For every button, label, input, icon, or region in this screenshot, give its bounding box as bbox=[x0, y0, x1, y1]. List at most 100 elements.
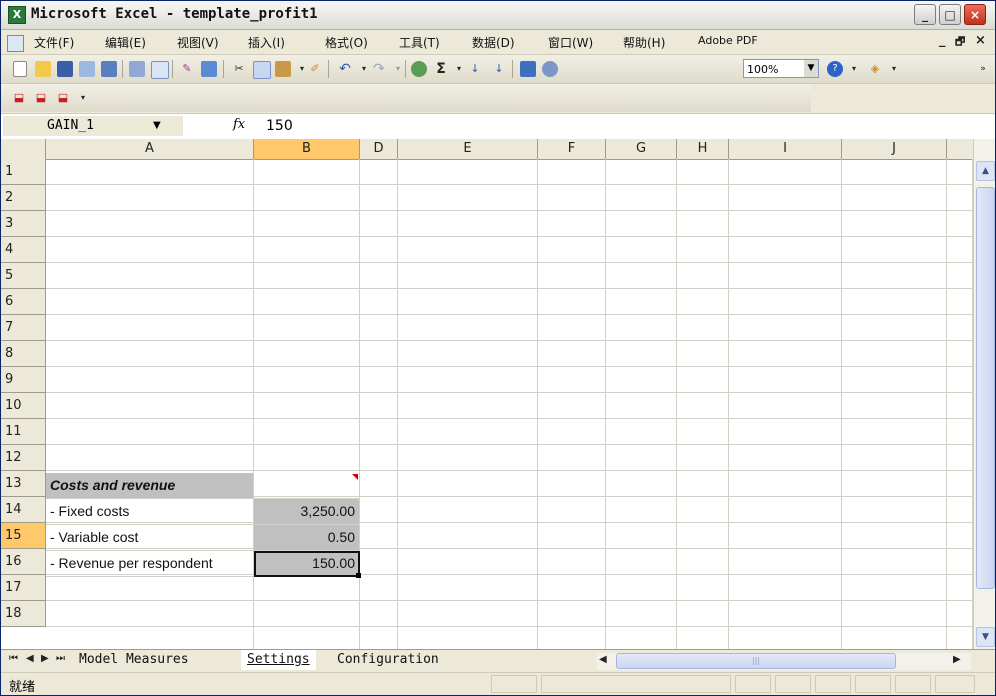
cell-a14[interactable]: - Variable cost bbox=[46, 525, 254, 551]
column-header-h[interactable]: H bbox=[677, 139, 729, 159]
menu-format[interactable]: 格式(O) bbox=[325, 34, 368, 51]
cell-a12[interactable]: Costs and revenue bbox=[46, 473, 254, 499]
minimize-button[interactable]: _ bbox=[914, 4, 936, 25]
scroll-left-icon[interactable]: ◀ bbox=[599, 654, 607, 665]
open-icon[interactable] bbox=[35, 61, 51, 77]
column-header-e[interactable]: E bbox=[398, 139, 538, 159]
pdf-toolbar-options-icon[interactable]: ▾ bbox=[75, 90, 91, 106]
menu-insert[interactable]: 插入(I) bbox=[248, 34, 285, 51]
menu-file[interactable]: 文件(F) bbox=[34, 34, 74, 51]
research-icon[interactable]: ✎ bbox=[179, 61, 195, 77]
scroll-right-icon[interactable]: ▶ bbox=[953, 654, 961, 665]
menu-data[interactable]: 数据(D) bbox=[472, 34, 515, 51]
doc-restore-button[interactable]: 🗗 bbox=[955, 33, 965, 52]
first-sheet-icon[interactable]: ⏮ bbox=[9, 653, 18, 664]
help-icon[interactable]: ? bbox=[827, 61, 843, 77]
redo-dropdown-icon[interactable]: ▾ bbox=[390, 61, 406, 77]
cell-b14[interactable]: 0.50 bbox=[254, 525, 360, 551]
column-header-d[interactable]: D bbox=[360, 139, 398, 159]
row-header-2[interactable]: 2 bbox=[1, 185, 46, 211]
row-header-16[interactable]: 16 bbox=[1, 549, 46, 575]
row-header-4[interactable]: 4 bbox=[1, 237, 46, 263]
research-book-icon[interactable] bbox=[201, 61, 217, 77]
autosum-icon[interactable]: Σ bbox=[433, 61, 449, 77]
next-sheet-icon[interactable]: ▶ bbox=[41, 653, 49, 664]
workbook-icon[interactable] bbox=[7, 35, 24, 52]
save-icon[interactable] bbox=[57, 61, 73, 77]
cell-a15[interactable]: - Revenue per respondent bbox=[46, 551, 254, 577]
row-header-8[interactable]: 8 bbox=[1, 341, 46, 367]
menu-tools[interactable]: 工具(T) bbox=[399, 34, 440, 51]
row-header-5[interactable]: 5 bbox=[1, 263, 46, 289]
menu-view[interactable]: 视图(V) bbox=[177, 34, 219, 51]
row-header-10[interactable]: 10 bbox=[1, 393, 46, 419]
zoom-dropdown-icon[interactable]: ▼ bbox=[804, 60, 818, 77]
column-header-b[interactable]: B bbox=[254, 139, 360, 159]
zoom-select[interactable]: 100% ▼ bbox=[743, 59, 819, 78]
autosum-dropdown-icon[interactable]: ▾ bbox=[451, 61, 467, 77]
cell-b12[interactable] bbox=[254, 473, 360, 499]
cell-b15[interactable]: 150.00 bbox=[254, 551, 360, 577]
print-preview-icon[interactable] bbox=[129, 61, 145, 77]
menu-edit[interactable]: 编辑(E) bbox=[105, 34, 146, 51]
scroll-down-icon[interactable]: ▼ bbox=[976, 627, 995, 647]
column-header-f[interactable]: F bbox=[538, 139, 606, 159]
prev-sheet-icon[interactable]: ◀ bbox=[26, 653, 34, 664]
vertical-scroll-thumb[interactable] bbox=[976, 187, 995, 589]
last-sheet-icon[interactable]: ⏭ bbox=[56, 653, 65, 664]
toolbar-more-icon[interactable]: » bbox=[975, 61, 991, 77]
doc-minimize-button[interactable]: _ bbox=[939, 33, 946, 48]
sort-descending-icon[interactable]: ↓ bbox=[491, 61, 507, 77]
menu-help[interactable]: 帮助(H) bbox=[623, 34, 665, 51]
convert-to-pdf-icon[interactable]: ⬓ bbox=[11, 90, 27, 106]
name-box-dropdown-icon[interactable]: ▼ bbox=[153, 116, 161, 136]
cut-icon[interactable]: ✂ bbox=[231, 61, 247, 77]
convert-and-review-icon[interactable]: ⬓ bbox=[55, 90, 71, 106]
fill-color-icon[interactable]: ◈ bbox=[867, 61, 883, 77]
vertical-scrollbar[interactable]: ▲ ▼ bbox=[973, 139, 995, 649]
select-all-corner[interactable] bbox=[1, 139, 46, 159]
column-header-i[interactable]: I bbox=[729, 139, 842, 159]
format-painter-icon[interactable]: ✐ bbox=[307, 61, 323, 77]
menu-adobe-pdf[interactable]: Adobe PDF bbox=[698, 34, 758, 47]
cell-b13[interactable]: 3,250.00 bbox=[254, 499, 360, 525]
horizontal-scroll-thumb[interactable]: ||| bbox=[616, 653, 896, 669]
tab-settings[interactable]: Settings bbox=[241, 650, 316, 670]
worksheet-grid[interactable]: A B D E F G H I J 1 2 3 4 5 6 7 8 9 10 11 12 13 14 15 1… bbox=[1, 139, 995, 649]
sort-ascending-icon[interactable]: ↓ bbox=[467, 61, 483, 77]
column-header-g[interactable]: G bbox=[606, 139, 677, 159]
copy-icon[interactable] bbox=[253, 61, 271, 79]
row-header-14[interactable]: 14 bbox=[1, 497, 46, 523]
row-header-6[interactable]: 6 bbox=[1, 289, 46, 315]
new-icon[interactable] bbox=[13, 61, 27, 77]
scroll-up-icon[interactable]: ▲ bbox=[976, 161, 995, 181]
row-header-12[interactable]: 12 bbox=[1, 445, 46, 471]
row-header-7[interactable]: 7 bbox=[1, 315, 46, 341]
excel-icon[interactable]: X bbox=[8, 6, 26, 24]
drawing-icon[interactable] bbox=[542, 61, 558, 77]
horizontal-scrollbar[interactable]: ◀ ||| ▶ bbox=[597, 653, 971, 670]
row-header-18[interactable]: 18 bbox=[1, 601, 46, 627]
permission-icon[interactable] bbox=[79, 61, 95, 77]
row-header-9[interactable]: 9 bbox=[1, 367, 46, 393]
menu-window[interactable]: 窗口(W) bbox=[548, 34, 593, 51]
row-header-17[interactable]: 17 bbox=[1, 575, 46, 601]
column-header-j[interactable]: J bbox=[842, 139, 947, 159]
row-header-11[interactable]: 11 bbox=[1, 419, 46, 445]
row-header-1[interactable]: 1 bbox=[1, 159, 46, 185]
hyperlink-icon[interactable] bbox=[411, 61, 427, 77]
fill-handle[interactable] bbox=[356, 573, 361, 578]
print-icon[interactable] bbox=[101, 61, 117, 77]
row-header-3[interactable]: 3 bbox=[1, 211, 46, 237]
function-icon[interactable]: fx bbox=[233, 117, 245, 132]
row-header-13[interactable]: 13 bbox=[1, 471, 46, 497]
row-header-15[interactable]: 15 bbox=[1, 523, 46, 549]
redo-icon[interactable]: ↷ bbox=[371, 61, 387, 77]
paste-icon[interactable] bbox=[275, 61, 291, 77]
undo-dropdown-icon[interactable]: ▾ bbox=[356, 61, 372, 77]
cell-a13[interactable]: - Fixed costs bbox=[46, 499, 254, 525]
convert-and-email-icon[interactable]: ⬓ bbox=[33, 90, 49, 106]
maximize-button[interactable]: □ bbox=[939, 4, 961, 25]
close-button[interactable]: × bbox=[964, 4, 986, 25]
spelling-icon[interactable] bbox=[151, 61, 169, 79]
